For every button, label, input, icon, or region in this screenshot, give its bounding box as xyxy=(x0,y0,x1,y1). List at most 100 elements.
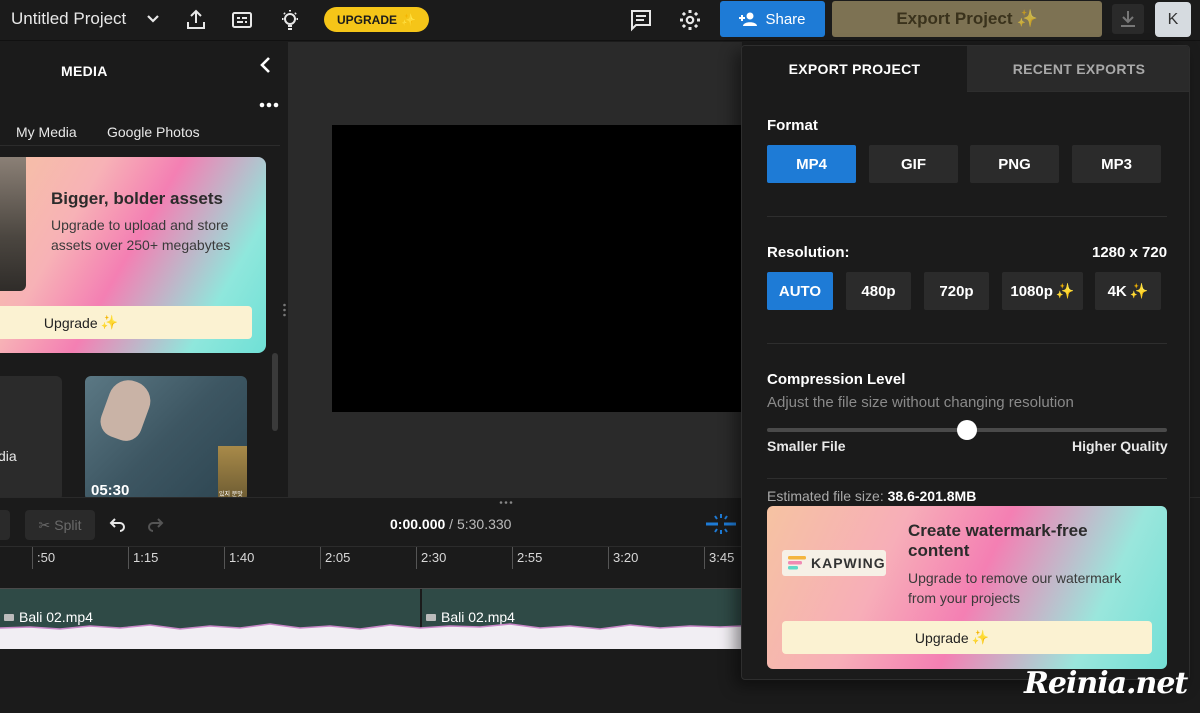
upgrade-promo-card: Bigger, bolder assets Upgrade to upload … xyxy=(0,157,266,353)
slider-max-label: Higher Quality xyxy=(1072,438,1168,454)
resolution-option-1080p[interactable]: 1080p ✨ xyxy=(1002,272,1083,310)
resolution-option-auto[interactable]: AUTO xyxy=(767,272,833,310)
section-divider xyxy=(767,216,1167,217)
export-tabs: EXPORT PROJECT RECENT EXPORTS xyxy=(742,46,1189,92)
sparkle-icon: ✨ xyxy=(100,314,119,330)
share-button[interactable]: Share xyxy=(720,1,825,37)
audio-waveform xyxy=(0,623,742,649)
resolution-option-720p[interactable]: 720p xyxy=(924,272,989,310)
compression-label: Compression Level xyxy=(767,371,906,388)
comment-icon[interactable] xyxy=(629,8,653,32)
format-option-mp4[interactable]: MP4 xyxy=(767,145,856,183)
resize-handle-icon[interactable] xyxy=(282,302,287,318)
ruler-tick: 2:30 xyxy=(416,547,446,569)
ruler-tick: 1:15 xyxy=(128,547,158,569)
compression-subtitle: Adjust the file size without changing re… xyxy=(767,394,1074,411)
time-separator: / xyxy=(445,516,457,532)
sparkle-icon: ✨ xyxy=(1055,283,1075,300)
promo-title: Bigger, bolder assets xyxy=(51,189,223,208)
current-time: 0:00.000 xyxy=(390,516,446,532)
sparkle-icon: ✨ xyxy=(1129,283,1149,300)
format-option-mp3[interactable]: MP3 xyxy=(1072,145,1161,183)
resolution-option-label: 1080p xyxy=(1010,282,1053,300)
watermark-promo-title: Create watermark-free content xyxy=(908,521,1088,560)
slider-min-label: Smaller File xyxy=(767,438,846,454)
total-time: 5:30.330 xyxy=(456,516,512,532)
resolution-value: 1280 x 720 xyxy=(1092,244,1168,261)
sparkle-icon: ✨ xyxy=(971,629,990,645)
compression-slider-thumb[interactable] xyxy=(957,420,977,440)
sparkle-icon: ✨ xyxy=(401,12,416,27)
media-card-label: dia xyxy=(0,448,17,464)
section-divider xyxy=(767,343,1167,344)
tab-google-photos[interactable]: Google Photos xyxy=(107,124,200,140)
ruler-tick: 3:20 xyxy=(608,547,638,569)
gear-icon[interactable] xyxy=(678,8,702,32)
video-canvas[interactable] xyxy=(332,125,752,412)
kapwing-logo-icon xyxy=(788,556,806,570)
download-icon[interactable] xyxy=(1112,4,1144,34)
promo-text: Upgrade to upload and store assets over … xyxy=(51,217,231,253)
captions-icon[interactable] xyxy=(230,8,254,32)
upload-icon[interactable] xyxy=(184,8,208,32)
tab-export-project[interactable]: EXPORT PROJECT xyxy=(742,46,967,92)
scissors-icon: ✂ xyxy=(38,516,51,533)
media-card-video[interactable]: 있지 분맛 05:30 xyxy=(85,376,247,501)
ruler-tick: 1:40 xyxy=(224,547,254,569)
timeline-tool-button[interactable] xyxy=(0,510,10,540)
promo-upgrade-label: Upgrade xyxy=(43,314,98,331)
split-button[interactable]: ✂ Split xyxy=(25,510,95,540)
project-title[interactable]: Untitled Project xyxy=(11,9,126,29)
tab-recent-exports[interactable]: RECENT EXPORTS xyxy=(967,46,1189,92)
timeline-ruler[interactable]: :50 1:15 1:40 2:05 2:30 2:55 3:20 3:45 xyxy=(0,546,742,569)
editor-canvas-area xyxy=(288,42,752,497)
promo-thumbnail xyxy=(0,157,26,291)
avatar[interactable]: K xyxy=(1155,2,1191,37)
sparkle-icon: ✨ xyxy=(1016,9,1038,28)
export-project-button[interactable]: Export Project ✨ xyxy=(832,1,1102,37)
drag-handle-icon[interactable] xyxy=(498,500,514,505)
add-person-icon xyxy=(739,12,758,26)
format-option-gif[interactable]: GIF xyxy=(869,145,958,183)
upgrade-button[interactable]: UPGRADE ✨ xyxy=(324,7,429,32)
site-watermark: Reinia.net xyxy=(1010,600,1200,713)
upgrade-label: UPGRADE xyxy=(337,12,398,27)
export-panel: EXPORT PROJECT RECENT EXPORTS Format MP4… xyxy=(741,45,1190,680)
media-tabs: My Media Google Photos xyxy=(0,118,280,146)
resolution-option-label: 4K xyxy=(1107,282,1127,300)
chevron-left-icon[interactable] xyxy=(256,55,276,75)
video-track[interactable]: Bali 02.mp4 Bali 02.mp4 xyxy=(0,589,742,649)
estimate-label: Estimated file size: xyxy=(767,488,884,504)
format-option-png[interactable]: PNG xyxy=(970,145,1059,183)
media-card[interactable]: dia xyxy=(0,376,62,501)
promo-upgrade-button[interactable]: Upgrade ✨ xyxy=(0,306,252,339)
section-divider xyxy=(767,478,1167,479)
ruler-tick: 2:55 xyxy=(512,547,542,569)
kapwing-logo: KAPWING xyxy=(782,550,886,576)
redo-icon[interactable] xyxy=(146,515,166,535)
estimate-value: 38.6-201.8MB xyxy=(887,488,977,504)
share-label: Share xyxy=(765,10,806,28)
top-bar: Untitled Project UPGRADE ✨ Share Export … xyxy=(0,0,1200,41)
media-panel-title: MEDIA xyxy=(61,63,108,79)
ruler-tick: 3:45 xyxy=(704,547,734,569)
chevron-down-icon[interactable] xyxy=(145,10,161,28)
resolution-option-4k[interactable]: 4K ✨ xyxy=(1095,272,1161,310)
lightbulb-icon[interactable] xyxy=(278,8,302,32)
ruler-tick: 2:05 xyxy=(320,547,350,569)
more-options-icon[interactable] xyxy=(258,97,280,113)
ruler-tick: :50 xyxy=(32,547,55,569)
resolution-option-480p[interactable]: 480p xyxy=(846,272,911,310)
format-label: Format xyxy=(767,117,818,134)
export-project-label: Export Project xyxy=(896,9,1013,28)
playback-time: 0:00.000 / 5:30.330 xyxy=(390,516,511,532)
split-label: Split xyxy=(54,517,82,533)
resolution-label: Resolution: xyxy=(767,244,850,261)
snap-icon[interactable] xyxy=(704,512,738,536)
media-panel: MEDIA My Media Google Photos Bigger, bol… xyxy=(0,42,288,501)
estimated-file-size: Estimated file size: 38.6-201.8MB xyxy=(767,488,976,504)
scrollbar[interactable] xyxy=(272,353,278,431)
video-thumbnail xyxy=(96,376,156,446)
undo-icon[interactable] xyxy=(107,515,127,535)
tab-my-media[interactable]: My Media xyxy=(16,124,77,140)
